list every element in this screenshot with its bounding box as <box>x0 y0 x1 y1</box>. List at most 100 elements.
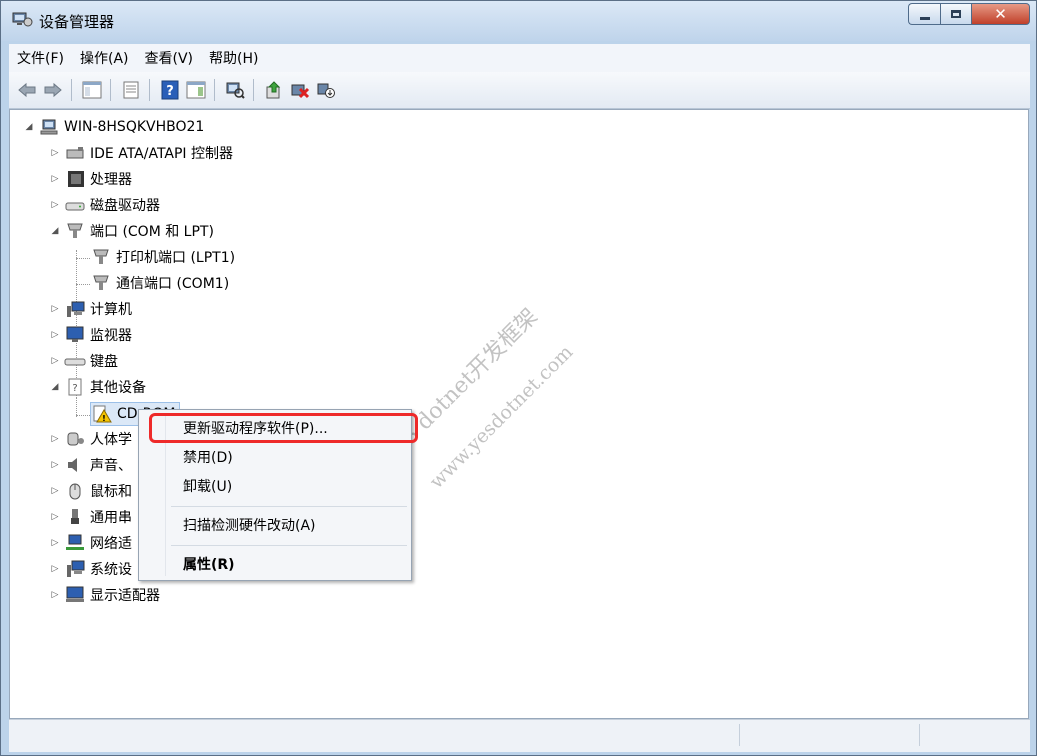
processor-icon <box>68 171 84 187</box>
tree-connector <box>76 397 77 417</box>
port-icon <box>67 223 83 238</box>
back-arrow-icon <box>18 82 36 98</box>
disable-menu-item[interactable]: 禁用(D) <box>183 445 233 469</box>
system-device-icon <box>67 560 85 577</box>
window-title: 设备管理器 <box>39 13 115 31</box>
tree-item[interactable]: ▷ 声音、 <box>50 454 132 476</box>
collapse-arrow-icon[interactable]: ◢ <box>24 122 34 132</box>
disable-toolbar-button[interactable] <box>314 78 338 102</box>
tree-item[interactable]: 通信端口 (COM1) <box>90 272 229 294</box>
tree-item-label: 通信端口 (COM1) <box>116 276 230 292</box>
port-icon <box>93 249 109 264</box>
menu-action[interactable]: 操作(A) <box>72 48 137 68</box>
svg-text:?: ? <box>72 383 77 394</box>
tree-item[interactable]: ▷ IDE ATA/ATAPI 控制器 <box>50 142 233 164</box>
show-hide-console-tree-button[interactable] <box>80 78 104 102</box>
highlight-box <box>149 413 418 443</box>
tree-root[interactable]: ◢ WIN-8HSQKVHBO21 <box>24 116 205 138</box>
tree-item-label: 磁盘驱动器 <box>90 198 160 214</box>
scan-hardware-menu-item[interactable]: 扫描检测硬件改动(A) <box>183 513 316 537</box>
warning-device-icon: ! <box>93 405 112 423</box>
menu-view[interactable]: 查看(V) <box>137 48 202 68</box>
expand-arrow-icon[interactable]: ▷ <box>50 356 60 366</box>
device-manager-window: 设备管理器 ✕ 文件(F) 操作(A) 查看(V) 帮助(H) ? ◢ WIN-… <box>0 0 1037 756</box>
expand-arrow-icon[interactable]: ▷ <box>50 434 60 444</box>
disk-drive-icon <box>65 202 85 211</box>
tree-item-label: 人体学 <box>90 432 132 448</box>
tree-item[interactable]: 打印机端口 (LPT1) <box>90 246 235 268</box>
disable-device-icon <box>317 83 335 98</box>
tree-item-label: 通用串 <box>90 510 132 526</box>
status-bar <box>9 719 1030 752</box>
tree-item[interactable]: ◢ ? 其他设备 <box>50 376 146 398</box>
tree-item[interactable]: ▷ 系统设 <box>50 558 132 580</box>
expand-arrow-icon[interactable]: ▷ <box>50 590 60 600</box>
device-manager-icon <box>12 12 33 27</box>
tree-item-label: 计算机 <box>90 302 132 318</box>
update-driver-toolbar-button[interactable] <box>262 78 286 102</box>
action-pane-button[interactable] <box>184 78 208 102</box>
toolbar: ? <box>9 72 1030 109</box>
tree-item-label: 端口 (COM 和 LPT) <box>90 224 214 240</box>
usb-icon <box>71 509 79 524</box>
forward-button[interactable] <box>41 78 65 102</box>
status-bar-divider <box>739 724 740 746</box>
title-bar[interactable]: 设备管理器 ✕ <box>1 1 1036 41</box>
expand-arrow-icon[interactable]: ▷ <box>50 460 60 470</box>
monitor-icon <box>66 326 84 342</box>
svg-text:!: ! <box>102 414 106 423</box>
collapse-arrow-icon[interactable]: ◢ <box>50 382 60 392</box>
keyboard-icon <box>64 358 86 366</box>
tree-item[interactable]: ▷ 网络适 <box>50 532 132 554</box>
tree-item[interactable]: ▷ 计算机 <box>50 298 132 320</box>
expand-arrow-icon[interactable]: ▷ <box>50 512 60 522</box>
expand-arrow-icon[interactable]: ▷ <box>50 200 60 210</box>
tree-item-label: 显示适配器 <box>90 588 160 604</box>
tree-item[interactable]: ▷ 鼠标和 <box>50 480 132 502</box>
ide-controller-icon <box>66 147 84 159</box>
scan-hardware-toolbar-button[interactable] <box>223 78 247 102</box>
menu-help[interactable]: 帮助(H) <box>201 48 266 68</box>
uninstall-menu-item[interactable]: 卸载(U) <box>183 474 232 498</box>
forward-arrow-icon <box>44 82 62 98</box>
tree-item[interactable]: ▷ 人体学 <box>50 428 132 450</box>
collapse-arrow-icon[interactable]: ◢ <box>50 226 60 236</box>
tree-item[interactable]: ▷ 通用串 <box>50 506 132 528</box>
tree-item[interactable]: ▷ 键盘 <box>50 350 118 372</box>
tree-item[interactable]: ▷ 显示适配器 <box>50 584 160 606</box>
maximize-button[interactable] <box>940 3 972 25</box>
sound-icon <box>68 458 77 472</box>
tree-item[interactable]: ◢ 端口 (COM 和 LPT) <box>50 220 214 242</box>
tree-item[interactable]: ▷ 处理器 <box>50 168 132 190</box>
tree-item[interactable]: ▷ 磁盘驱动器 <box>50 194 160 216</box>
context-menu-separator <box>171 545 407 546</box>
uninstall-toolbar-button[interactable] <box>288 78 312 102</box>
close-icon: ✕ <box>994 5 1007 23</box>
help-icon: ? <box>161 80 179 100</box>
properties-sheet-icon <box>123 81 139 99</box>
expand-arrow-icon[interactable]: ▷ <box>50 174 60 184</box>
expand-arrow-icon[interactable]: ▷ <box>50 486 60 496</box>
expand-arrow-icon[interactable]: ▷ <box>50 564 60 574</box>
properties-toolbar-button[interactable] <box>119 78 143 102</box>
expand-arrow-icon[interactable]: ▷ <box>50 538 60 548</box>
tree-item-label: 打印机端口 (LPT1) <box>116 250 236 266</box>
expand-arrow-icon[interactable]: ▷ <box>50 304 60 314</box>
expand-arrow-icon[interactable]: ▷ <box>50 330 60 340</box>
menu-file[interactable]: 文件(F) <box>9 48 72 68</box>
mouse-icon <box>69 483 81 500</box>
tree-item-label: 处理器 <box>90 172 132 188</box>
tree-item-label: 声音、 <box>90 458 132 474</box>
close-button[interactable]: ✕ <box>972 3 1030 25</box>
help-button[interactable]: ? <box>158 78 182 102</box>
maximize-icon <box>951 10 961 18</box>
toolbar-separator <box>214 79 215 101</box>
action-pane-icon <box>186 81 206 99</box>
tree-item[interactable]: ▷ 监视器 <box>50 324 132 346</box>
tree-item-label: 系统设 <box>90 562 132 578</box>
tree-item-label: IDE ATA/ATAPI 控制器 <box>90 146 234 162</box>
minimize-button[interactable] <box>908 3 940 25</box>
properties-menu-item[interactable]: 属性(R) <box>183 552 235 576</box>
back-button[interactable] <box>15 78 39 102</box>
expand-arrow-icon[interactable]: ▷ <box>50 148 60 158</box>
